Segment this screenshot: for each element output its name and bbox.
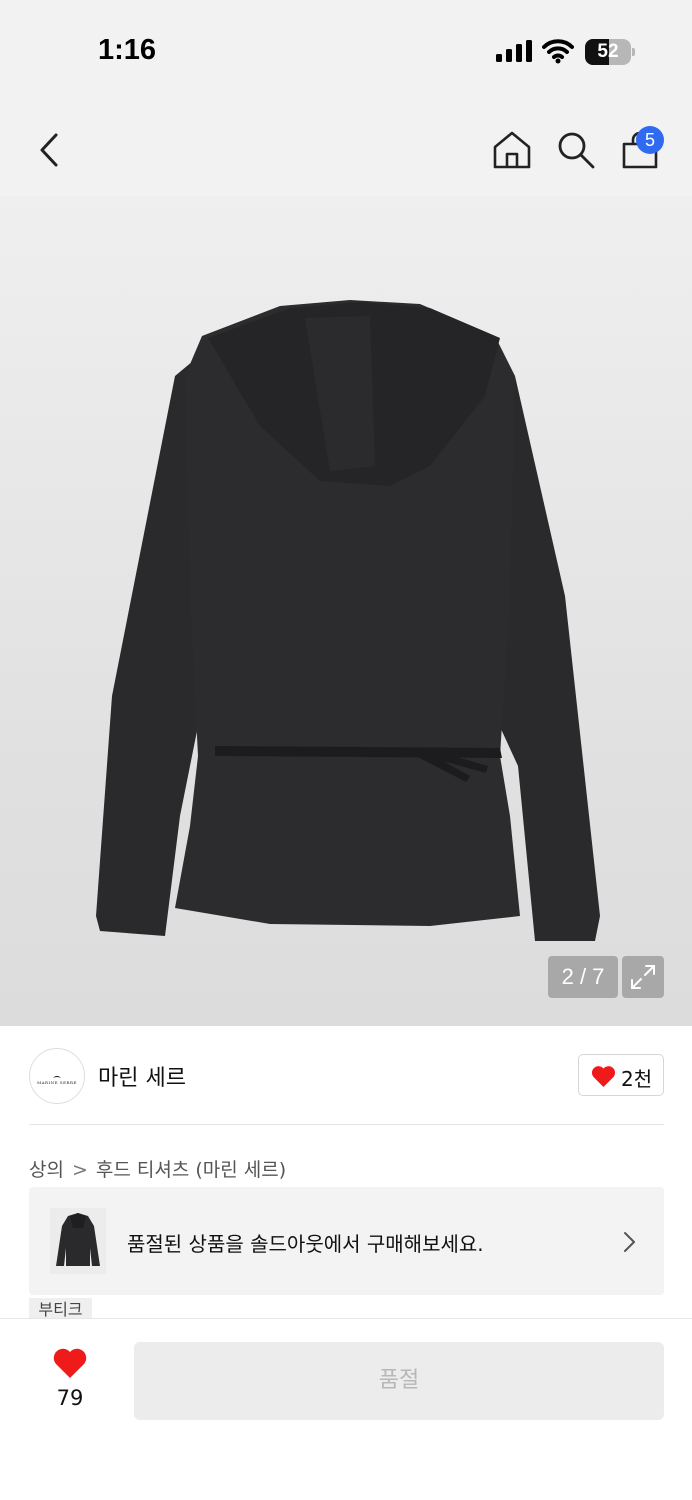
cart-count-badge: 5	[636, 126, 664, 154]
expand-icon	[631, 965, 655, 989]
expand-image-button[interactable]	[622, 956, 664, 998]
product-image-gallery[interactable]: 2 / 7	[0, 196, 692, 1026]
battery-icon: 52	[585, 39, 635, 65]
heart-icon	[591, 1066, 616, 1087]
top-nav-bar	[0, 100, 692, 196]
back-arrow-icon[interactable]	[34, 132, 64, 168]
breadcrumb-subcategory[interactable]: 후드 티셔츠 (마린 세르)	[96, 1155, 286, 1182]
status-bar: 1:16 52	[0, 0, 692, 100]
wifi-icon	[542, 39, 574, 64]
wishlist-count: 79	[56, 1386, 84, 1410]
breadcrumb-category[interactable]: 상의	[29, 1155, 64, 1182]
home-icon[interactable]	[492, 130, 532, 170]
chevron-right-icon	[624, 1232, 635, 1252]
battery-percent: 52	[597, 41, 619, 62]
crescent-moon-logo	[53, 1076, 61, 1078]
breadcrumb-separator: >	[71, 1159, 88, 1181]
soldout-product-thumbnail	[50, 1208, 106, 1274]
divider	[29, 1124, 664, 1125]
brand-logo[interactable]: MARINE SERRE	[29, 1048, 85, 1104]
search-icon[interactable]	[556, 130, 596, 170]
soldout-banner-text: 품절된 상품을 솔드아웃에서 구매해보세요.	[127, 1232, 484, 1256]
wishlist-heart-icon[interactable]	[52, 1347, 88, 1380]
product-photo-hooded-top	[96, 300, 600, 941]
soldout-banner[interactable]: 품절된 상품을 솔드아웃에서 구매해보세요.	[29, 1187, 664, 1295]
bottom-action-bar: 79 품절	[0, 1318, 692, 1500]
image-counter: 2 / 7	[548, 956, 618, 998]
brand-name[interactable]: 마린 세르	[98, 1060, 186, 1092]
brand-like-button[interactable]: 2천	[578, 1054, 664, 1096]
status-time: 1:16	[98, 34, 157, 66]
cellular-signal-icon	[496, 40, 532, 62]
soldout-button[interactable]: 품절	[134, 1342, 664, 1420]
brand-logo-text: MARINE SERRE	[37, 1080, 77, 1085]
brand-like-count: 2천	[621, 1067, 653, 1091]
breadcrumb: 상의 > 후드 티셔츠 (마린 세르)	[29, 1155, 286, 1182]
